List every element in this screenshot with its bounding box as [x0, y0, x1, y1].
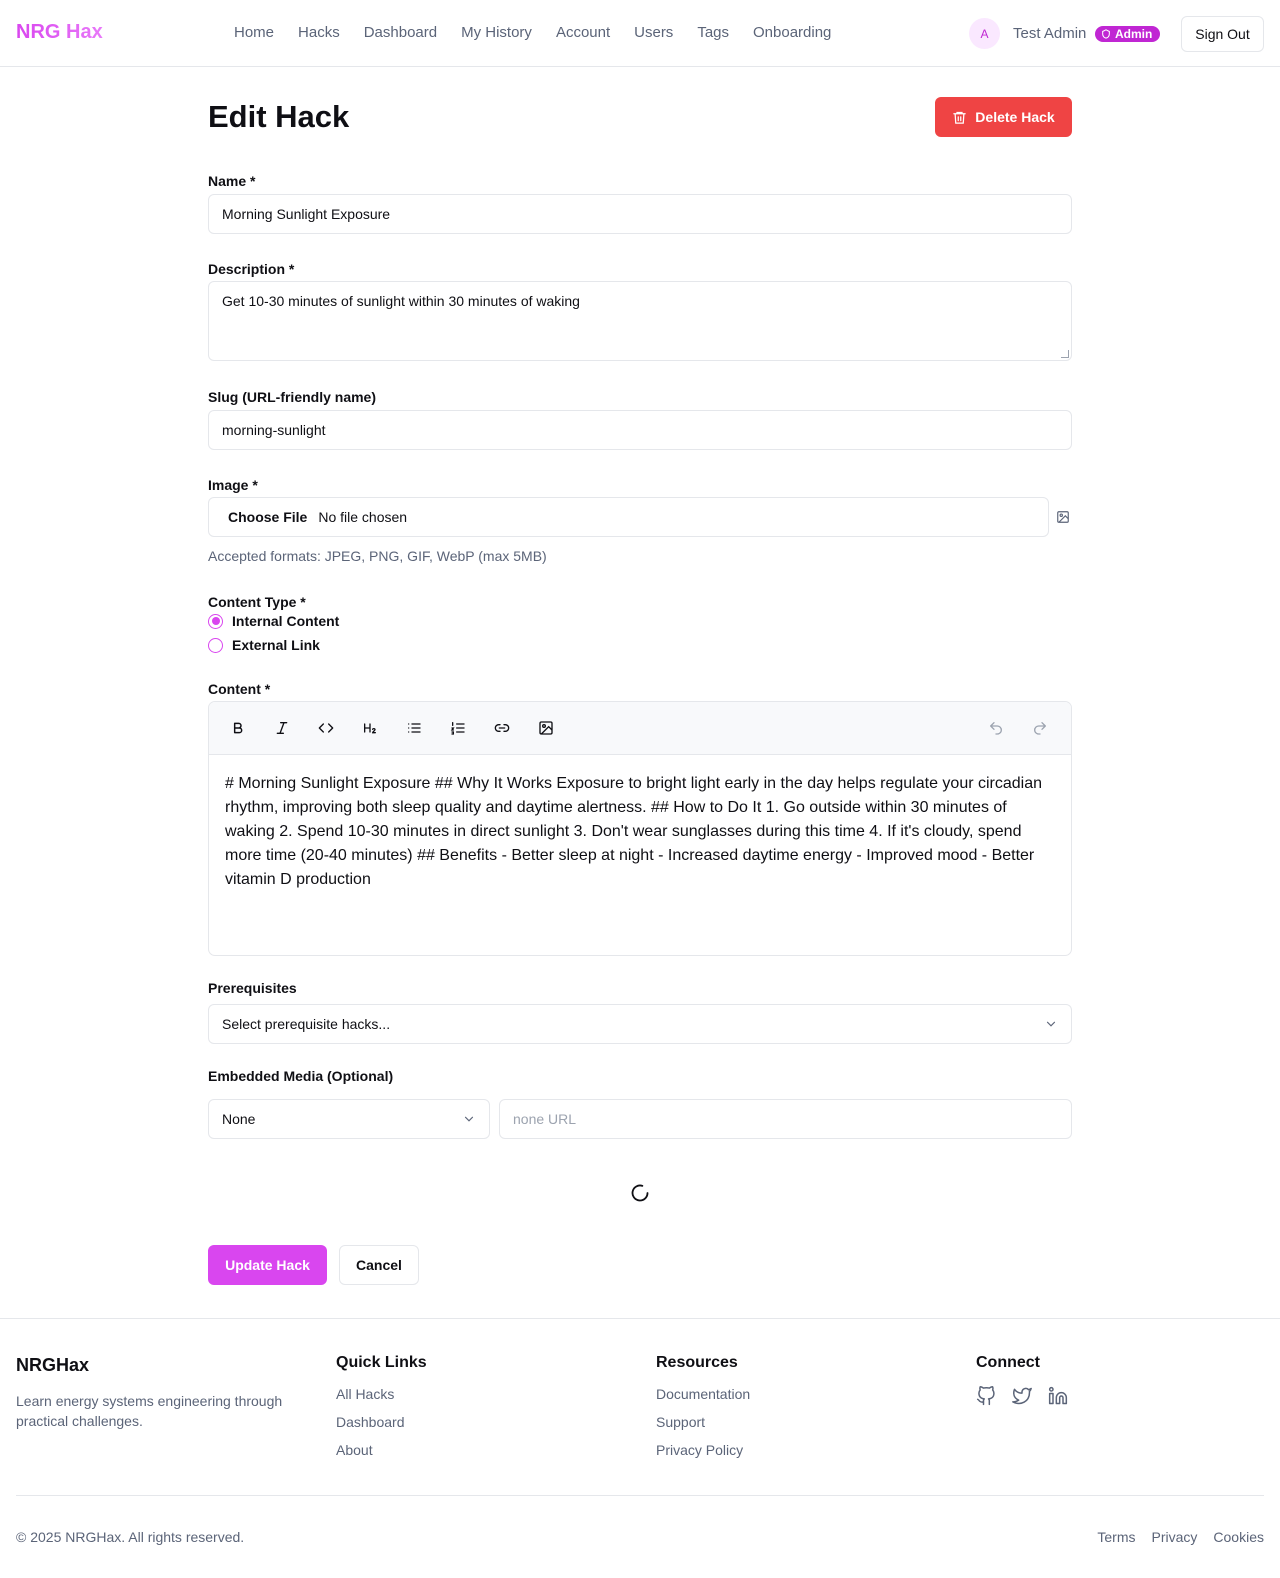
description-label: Description * — [208, 261, 295, 277]
image-file-input[interactable]: Choose File No file chosen — [208, 497, 1049, 537]
copyright-text: © 2025 NRGHax. All rights reserved. — [16, 1529, 245, 1545]
editor-toolbar — [209, 702, 1071, 755]
twitter-icon[interactable] — [1012, 1386, 1032, 1406]
content-type-label: Content Type * — [208, 594, 306, 610]
footer-link-cookies[interactable]: Cookies — [1213, 1529, 1264, 1545]
nav-hacks[interactable]: Hacks — [298, 24, 340, 41]
footer-link-terms[interactable]: Terms — [1097, 1529, 1135, 1545]
nav-dashboard[interactable]: Dashboard — [364, 24, 437, 41]
delete-hack-label: Delete Hack — [975, 109, 1055, 125]
nav-home[interactable]: Home — [234, 24, 274, 41]
name-input[interactable]: Morning Sunlight Exposure — [208, 194, 1072, 234]
connect-title: Connect — [976, 1354, 1040, 1371]
content-label: Content * — [208, 681, 271, 697]
image-icon[interactable] — [536, 718, 556, 738]
image-hint: Accepted formats: JPEG, PNG, GIF, WebP (… — [208, 548, 547, 564]
file-status: No file chosen — [318, 509, 408, 525]
sign-out-button[interactable]: Sign Out — [1181, 16, 1264, 52]
admin-badge: Admin — [1095, 26, 1161, 42]
social-links — [976, 1386, 1068, 1406]
footer-resources: Resources Documentation Support Privacy … — [656, 1354, 750, 1470]
media-type-select[interactable]: None — [208, 1099, 490, 1139]
footer-link-support[interactable]: Support — [656, 1414, 750, 1434]
prerequisites-label: Prerequisites — [208, 980, 297, 996]
description-textarea[interactable]: Get 10-30 minutes of sunlight within 30 … — [208, 281, 1072, 361]
footer-link-all-hacks[interactable]: All Hacks — [336, 1386, 427, 1406]
nav-onboarding[interactable]: Onboarding — [753, 24, 831, 41]
nav-tags[interactable]: Tags — [697, 24, 729, 41]
site-footer: NRGHax Learn energy systems engineering … — [0, 1318, 1280, 1578]
undo-icon[interactable] — [986, 718, 1006, 738]
radio-external-label: External Link — [232, 637, 320, 653]
chevron-down-icon — [462, 1112, 476, 1126]
rich-text-editor: # Morning Sunlight Exposure ## Why It Wo… — [208, 701, 1072, 956]
top-navbar: NRG Hax Home Hacks Dashboard My History … — [0, 0, 1280, 67]
footer-link-about[interactable]: About — [336, 1442, 427, 1462]
delete-hack-button[interactable]: Delete Hack — [935, 97, 1072, 137]
embedded-media-label: Embedded Media (Optional) — [208, 1068, 394, 1084]
slug-label: Slug (URL-friendly name) — [208, 389, 377, 405]
choose-file-button[interactable]: Choose File — [228, 509, 307, 525]
redo-icon[interactable] — [1030, 718, 1050, 738]
link-icon[interactable] — [492, 718, 512, 738]
radio-external-link[interactable]: External Link — [208, 637, 320, 653]
footer-link-privacy[interactable]: Privacy — [1152, 1529, 1198, 1545]
site-logo[interactable]: NRG Hax — [16, 21, 103, 44]
admin-badge-label: Admin — [1115, 27, 1153, 41]
resize-handle[interactable] — [1061, 350, 1069, 358]
prerequisites-placeholder: Select prerequisite hacks... — [222, 1016, 391, 1032]
page-title: Edit Hack — [208, 99, 350, 134]
ordered-list-icon[interactable] — [448, 718, 468, 738]
media-type-value: None — [222, 1111, 256, 1127]
slug-input[interactable]: morning-sunlight — [208, 410, 1072, 450]
shield-icon — [1101, 29, 1111, 39]
trash-icon — [952, 110, 967, 125]
code-icon[interactable] — [316, 718, 336, 738]
github-icon[interactable] — [976, 1386, 996, 1406]
cancel-button[interactable]: Cancel — [339, 1245, 419, 1285]
footer-divider — [16, 1495, 1264, 1496]
linkedin-icon[interactable] — [1048, 1386, 1068, 1406]
footer-link-privacy-policy[interactable]: Privacy Policy — [656, 1442, 750, 1462]
resources-title: Resources — [656, 1354, 738, 1371]
radio-button-checked[interactable] — [208, 613, 223, 629]
nav-account[interactable]: Account — [556, 24, 610, 41]
description-text: Get 10-30 minutes of sunlight within 30 … — [222, 293, 580, 309]
name-label: Name * — [208, 173, 256, 189]
image-label: Image * — [208, 477, 258, 493]
footer-brand: NRGHax — [16, 1355, 90, 1375]
update-hack-button[interactable]: Update Hack — [208, 1245, 327, 1285]
username: Test Admin — [1013, 25, 1087, 42]
footer-quick-links: Quick Links All Hacks Dashboard About — [336, 1354, 427, 1470]
image-icon — [1056, 510, 1070, 524]
bold-icon[interactable] — [228, 718, 248, 738]
footer-link-documentation[interactable]: Documentation — [656, 1386, 750, 1406]
nav-users[interactable]: Users — [634, 24, 673, 41]
nav-my-history[interactable]: My History — [461, 24, 532, 41]
radio-internal-label: Internal Content — [232, 613, 340, 629]
main-nav: Home Hacks Dashboard My History Account … — [234, 24, 831, 41]
footer-tagline: Learn energy systems engineering through… — [16, 1393, 283, 1429]
media-url-input[interactable]: none URL — [499, 1099, 1072, 1139]
quick-links-title: Quick Links — [336, 1354, 427, 1371]
radio-button[interactable] — [208, 637, 223, 653]
loading-spinner-icon — [630, 1183, 650, 1203]
radio-internal-content[interactable]: Internal Content — [208, 613, 339, 629]
footer-link-dashboard[interactable]: Dashboard — [336, 1414, 427, 1434]
footer-connect: Connect — [976, 1354, 1068, 1406]
bullet-list-icon[interactable] — [404, 718, 424, 738]
chevron-down-icon — [1044, 1017, 1058, 1031]
italic-icon[interactable] — [272, 718, 292, 738]
heading-2-icon[interactable] — [360, 718, 380, 738]
legal-links: Terms Privacy Cookies — [1097, 1529, 1264, 1545]
avatar[interactable]: A — [969, 18, 1000, 49]
prerequisites-select[interactable]: Select prerequisite hacks... — [208, 1004, 1072, 1044]
editor-content[interactable]: # Morning Sunlight Exposure ## Why It Wo… — [209, 755, 1071, 909]
